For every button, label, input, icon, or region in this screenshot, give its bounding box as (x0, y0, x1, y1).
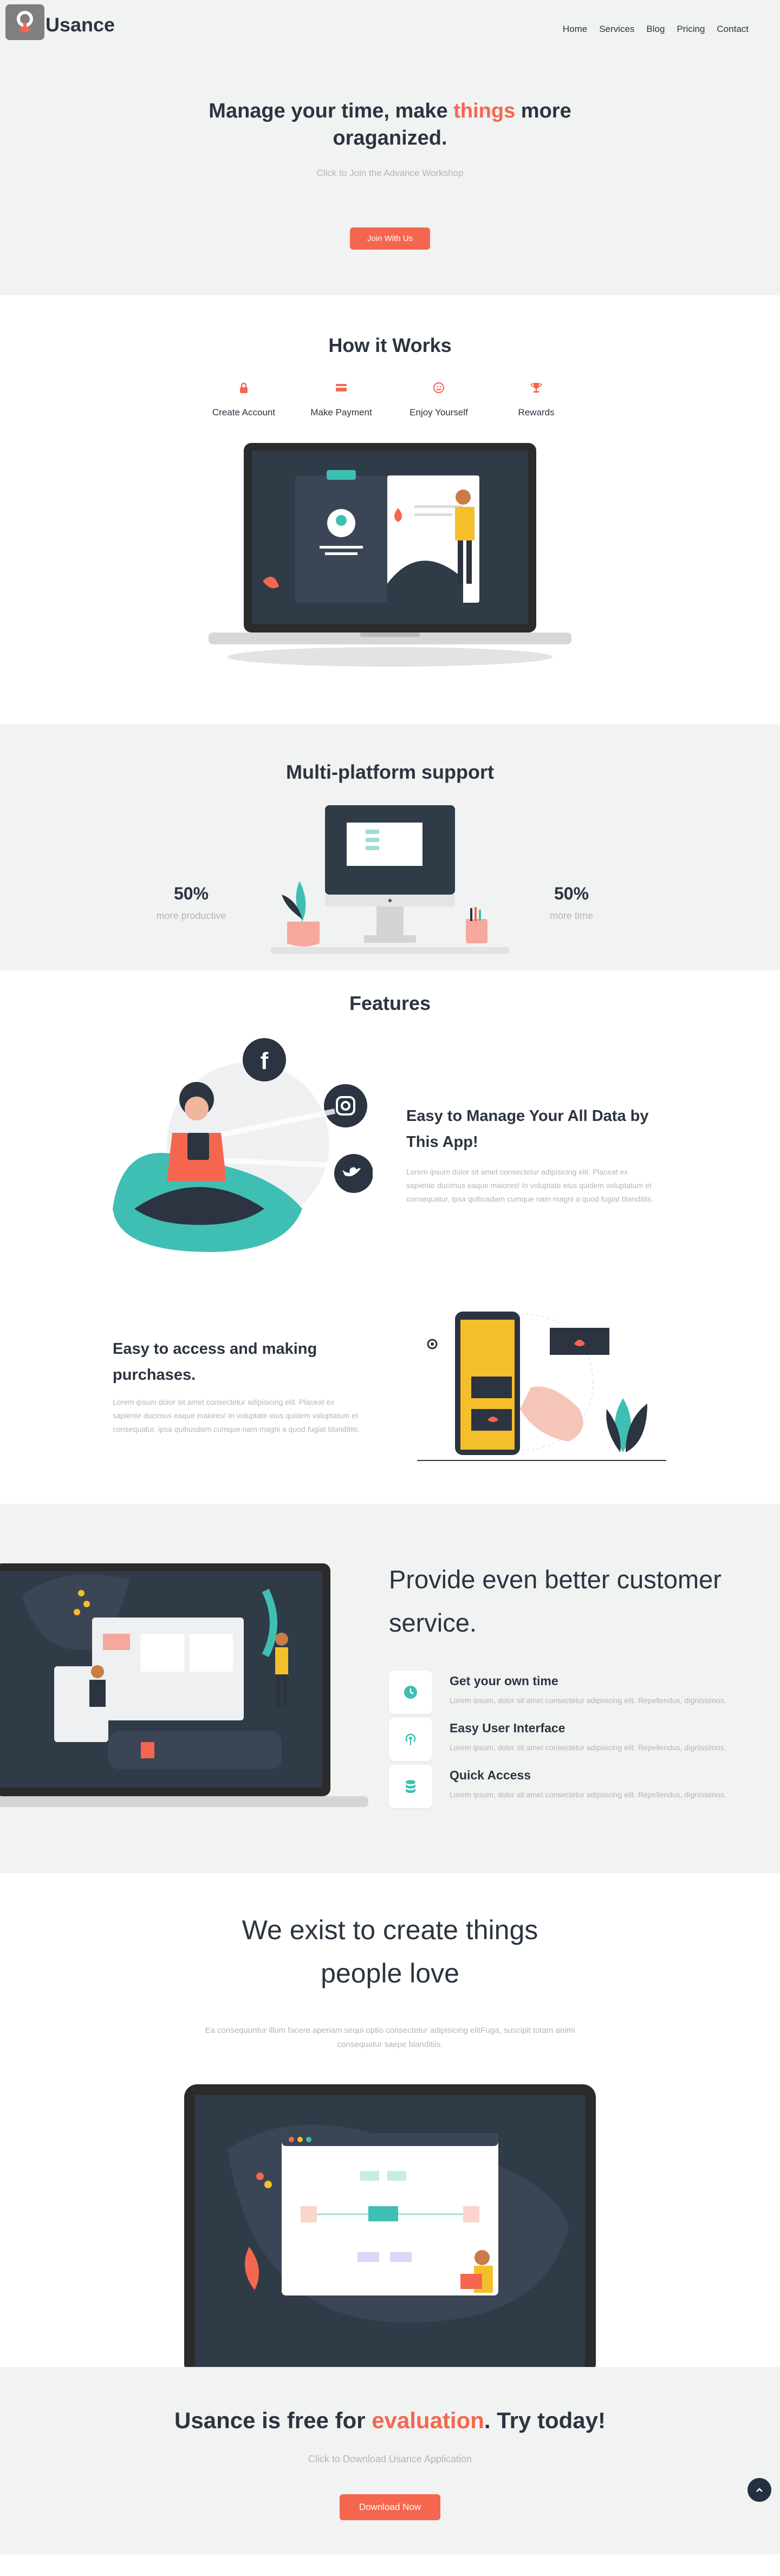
brand-name: Usance (46, 14, 115, 36)
cta-section: Usance is free for evaluation. Try today… (0, 2367, 780, 2554)
join-button[interactable]: Join With Us (349, 227, 431, 250)
cta-title-part1: Usance is free for (174, 2408, 372, 2433)
nav-blog[interactable]: Blog (646, 24, 665, 35)
hero-title-part1: Manage your time, make (209, 100, 454, 122)
features-title: Features (349, 992, 431, 1014)
stat-label: more time (549, 910, 593, 921)
smile-icon (433, 382, 444, 393)
step-label: Rewards (518, 407, 555, 418)
nav-pricing[interactable]: Pricing (677, 24, 705, 35)
broadcast-icon (389, 1718, 432, 1761)
service-item-interface: Easy User Interface Lorem ipsum, dolor s… (389, 1718, 726, 1761)
step-label: Create Account (212, 407, 276, 418)
svg-text:f: f (261, 1048, 269, 1074)
stat-time: 50% more time (525, 884, 618, 922)
clock-icon (389, 1671, 432, 1714)
multi-title: Multi-platform support (286, 761, 494, 783)
cta-title: Usance is free for evaluation. Try today… (0, 2408, 780, 2434)
desktop-illustration (271, 805, 509, 954)
nav-home[interactable]: Home (563, 24, 587, 35)
stat-value: 50% (554, 884, 589, 903)
credit-card-icon (336, 384, 347, 392)
exist-text: Ea consequuntur illum facere aperiam seq… (205, 2026, 575, 2049)
feature-1-text: Lorem ipsum dolor sit amet consectetur a… (406, 1168, 654, 1203)
step-label: Make Payment (310, 407, 372, 418)
service-item-title: Get your own time (450, 1674, 558, 1688)
how-title: How it Works (328, 334, 452, 356)
logo-icon (5, 4, 44, 40)
service-item-title: Easy User Interface (450, 1721, 566, 1735)
hero-title-highlight: things (453, 100, 516, 122)
cta-subtitle: Click to Download Usance Application (308, 2454, 472, 2464)
steps-list: Create Account Make Payment Enjoy Yourse… (0, 382, 780, 418)
service-item-title: Quick Access (450, 1768, 531, 1782)
database-icon (389, 1765, 432, 1808)
exist-section: We exist to create things people love Ea… (0, 1873, 780, 2367)
nav-services[interactable]: Services (599, 24, 634, 35)
hero-title: Manage your time, make things more oraga… (195, 97, 585, 152)
hero-section: Usance Home Services Blog Pricing Contac… (0, 0, 780, 295)
main-nav: Home Services Blog Pricing Contact (563, 24, 749, 35)
chevron-up-icon (756, 2488, 763, 2492)
service-item-time: Get your own time Lorem ipsum, dolor sit… (389, 1671, 726, 1714)
shopping-illustration (417, 1312, 666, 1461)
multi-platform-section: Multi-platform support 50% more producti… (0, 724, 780, 970)
step-create-account: Create Account (195, 382, 292, 418)
nav-contact[interactable]: Contact (717, 24, 749, 35)
stat-productive: 50% more productive (145, 884, 237, 922)
step-rewards: Rewards (487, 382, 585, 418)
lock-icon (240, 382, 248, 393)
feature-2-text: Lorem ipsum dolor sit amet consectetur a… (113, 1398, 360, 1433)
service-title: Provide even better customer service. (389, 1565, 722, 1637)
feature-2-heading: Easy to access and making purchases. (113, 1340, 317, 1384)
cta-title-highlight: evaluation (372, 2408, 484, 2433)
macbook-illustration (0, 1563, 368, 1807)
workflow-laptop-illustration (184, 2084, 596, 2367)
step-make-payment: Make Payment (292, 382, 390, 418)
service-item-access: Quick Access Lorem ipsum, dolor sit amet… (389, 1765, 726, 1808)
scroll-top-button[interactable] (748, 2478, 771, 2502)
step-enjoy-yourself: Enjoy Yourself (390, 382, 487, 418)
how-it-works-section: How it Works Create Account Make Payment… (0, 295, 780, 724)
step-label: Enjoy Yourself (410, 407, 468, 418)
service-item-text: Lorem ipsum, dolor sit amet consectetur … (450, 1790, 726, 1799)
social-illustration: f (113, 1038, 373, 1252)
trophy-icon (531, 383, 542, 393)
stat-label: more productive (156, 910, 226, 921)
service-item-text: Lorem ipsum, dolor sit amet consectetur … (450, 1696, 726, 1705)
brand-logo[interactable]: Usance (5, 4, 115, 40)
download-button[interactable]: Download Now (339, 2494, 441, 2520)
exist-title: We exist to create things people love (242, 1915, 538, 1988)
customer-service-section: Provide even better customer service. Ge… (0, 1504, 780, 1873)
cta-title-part2: . Try today! (484, 2408, 606, 2433)
hero-subtitle: Click to Join the Advance Workshop (316, 168, 464, 178)
service-item-text: Lorem ipsum, dolor sit amet consectetur … (450, 1743, 726, 1752)
stat-value: 50% (173, 884, 209, 903)
feature-1-heading: Easy to Manage Your All Data by This App… (406, 1107, 649, 1151)
laptop-illustration (209, 443, 571, 667)
features-section: Features f Easy to Manage Your All Data … (0, 970, 780, 1504)
